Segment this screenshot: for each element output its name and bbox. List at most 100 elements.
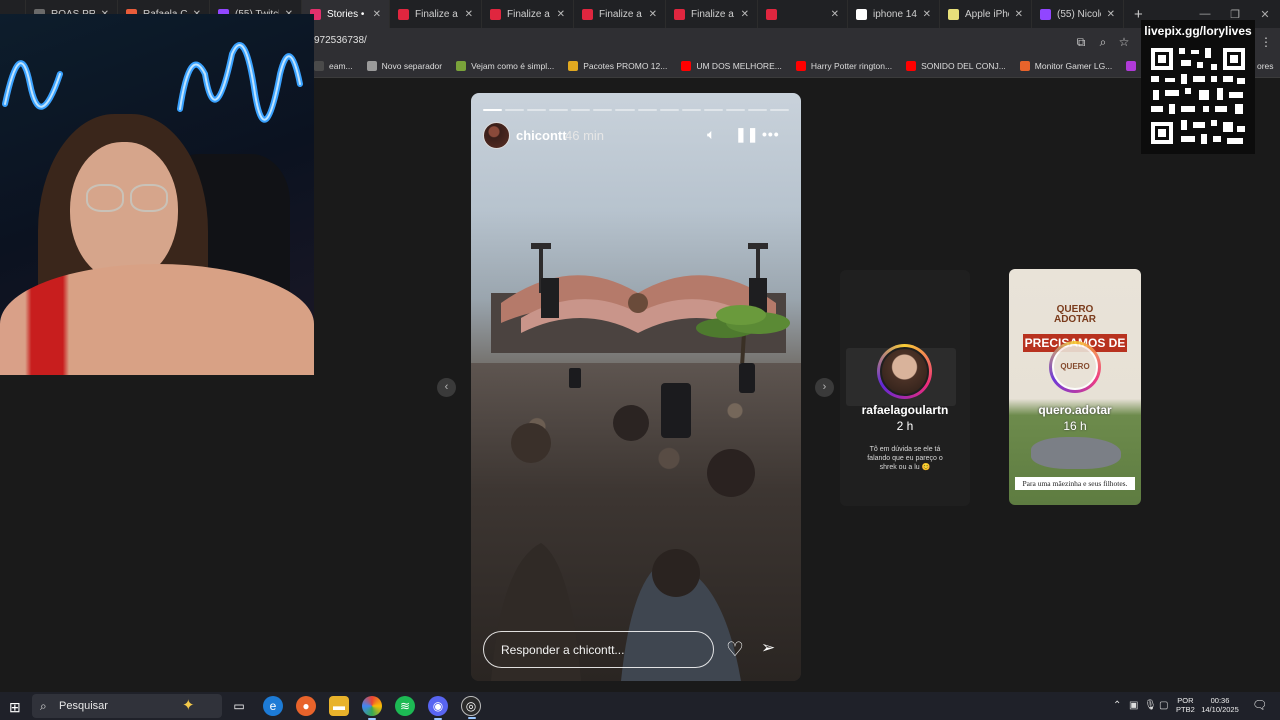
- bookmark-item[interactable]: eam...: [314, 61, 353, 71]
- edge-icon[interactable]: e: [263, 696, 283, 716]
- tab-title: Finalize a su: [691, 8, 735, 20]
- story-username[interactable]: chicontt: [516, 128, 567, 143]
- close-tab-icon[interactable]: ✕: [1015, 9, 1023, 20]
- next-story-button[interactable]: ›: [815, 378, 834, 397]
- tab-10[interactable]: Apple iPhon ✕: [940, 0, 1032, 28]
- qr-label: livepix.gg/lorylives: [1144, 24, 1252, 38]
- tab-title: Finalize a su: [415, 8, 459, 20]
- sparkle-icon: ✦: [182, 697, 195, 714]
- glasses-image: [130, 184, 168, 212]
- preview-caption: Para uma mãezinha e seus filhotes.: [1015, 477, 1135, 490]
- bookmark-label: Harry Potter rington...: [810, 61, 893, 71]
- volume-icon[interactable]: 🔈︎: [707, 126, 715, 143]
- story-progress: [483, 109, 790, 111]
- tab-8[interactable]: ✕: [758, 0, 848, 28]
- bookmark-star-icon[interactable]: ☆: [1116, 34, 1132, 50]
- menu-icon[interactable]: ⋮: [1258, 34, 1274, 50]
- tab-6[interactable]: Finalize a su ✕: [574, 0, 666, 28]
- avatar: QUERO: [1049, 341, 1101, 393]
- cat-image: [1031, 437, 1121, 469]
- bookmark-icon: [314, 61, 324, 71]
- url-text[interactable]: 972536738/: [314, 35, 367, 46]
- preview-username: quero.adotar: [1038, 403, 1112, 417]
- zoom-icon[interactable]: ⌕: [1095, 34, 1111, 50]
- story-preview-rafaela[interactable]: rafaelagoulartn 2 h Tô em dúvida se ele …: [840, 270, 970, 506]
- story-viewer[interactable]: chicontt 46 min 🔈︎ ❚❚ ••• Responder a ch…: [471, 93, 801, 681]
- webcam-overlay: [0, 14, 314, 375]
- bookmark-icon: [681, 61, 692, 71]
- tab-favicon-icon: [948, 8, 959, 20]
- quero-logo: QUERO ADOTAR: [1053, 304, 1097, 325]
- bookmark-item[interactable]: Vejam como é simpl...: [456, 61, 554, 71]
- file-explorer-icon[interactable]: ▬: [329, 696, 349, 716]
- search-placeholder: Pesquisar: [59, 700, 108, 712]
- install-app-icon[interactable]: ⧉: [1073, 34, 1089, 50]
- task-view-icon[interactable]: ▭: [229, 696, 249, 716]
- chrome-icon[interactable]: [362, 696, 382, 720]
- close-tab-icon[interactable]: ✕: [1107, 9, 1115, 20]
- tab-favicon-icon: [1040, 8, 1051, 20]
- tab-3[interactable]: Stories • ✕: [302, 0, 390, 28]
- close-tab-icon[interactable]: ✕: [741, 9, 749, 20]
- bookmark-label: eam...: [329, 61, 353, 71]
- tab-4[interactable]: Finalize a su ✕: [390, 0, 482, 28]
- close-tab-icon[interactable]: ✕: [831, 9, 839, 20]
- previous-story-button[interactable]: ‹: [437, 378, 456, 397]
- bookmark-item[interactable]: SONIDO DEL CONJ...: [906, 61, 1006, 71]
- spotify-icon[interactable]: ≋: [395, 696, 415, 716]
- bookmark-icon: [568, 61, 579, 71]
- tab-5[interactable]: Finalize a su ✕: [482, 0, 574, 28]
- close-tab-icon[interactable]: ✕: [557, 9, 565, 20]
- clock[interactable]: 00:36 14/10/2025: [1199, 696, 1241, 714]
- windows-start-icon[interactable]: ⊞: [9, 699, 21, 716]
- bookmark-icon: [795, 61, 806, 71]
- network-icon[interactable]: ▢: [1159, 700, 1168, 711]
- tray-overflow-icon[interactable]: ⌃: [1113, 700, 1121, 711]
- tab-favicon-icon: [856, 8, 867, 20]
- face-image: [70, 142, 178, 282]
- preview-timestamp: 2 h: [896, 419, 914, 433]
- bookmark-icon: [906, 61, 917, 71]
- notifications-icon[interactable]: 🗨︎: [1252, 698, 1267, 712]
- bookmark-icon: [1126, 61, 1137, 71]
- preview-caption: Tô em dúvida se ele tá falando que eu pa…: [867, 446, 943, 471]
- close-tab-icon[interactable]: ✕: [649, 9, 657, 20]
- bookmark-icon: [1019, 61, 1030, 71]
- send-icon[interactable]: ➢: [761, 638, 775, 658]
- close-tab-icon[interactable]: ✕: [923, 9, 931, 20]
- close-tab-icon[interactable]: ✕: [465, 9, 473, 20]
- language-indicator[interactable]: POR PTB2: [1176, 696, 1195, 714]
- tab-title: iphone 14 p: [873, 8, 917, 20]
- tray-app-icon[interactable]: ▣: [1129, 700, 1138, 711]
- close-tab-icon[interactable]: ✕: [373, 9, 381, 20]
- bookmark-icon: [456, 61, 467, 71]
- bookmark-item[interactable]: Pacotes PROMO 12...: [568, 61, 667, 71]
- discord-icon[interactable]: ◉: [428, 696, 448, 720]
- avatar[interactable]: [483, 122, 510, 149]
- tab-7[interactable]: Finalize a su ✕: [666, 0, 758, 28]
- obs-icon[interactable]: ◎: [461, 696, 481, 719]
- story-preview-quero[interactable]: QUEROADOTAR PRECISAMOS DE QUERO quero.ad…: [1009, 269, 1141, 505]
- more-options-icon[interactable]: •••: [762, 126, 780, 142]
- tab-11[interactable]: (55) NicoleD ✕: [1032, 0, 1124, 28]
- tab-favicon-icon: [398, 8, 409, 20]
- pause-icon[interactable]: ❚❚: [735, 126, 758, 143]
- taskbar-search[interactable]: ⌕ Pesquisar ✦: [32, 694, 222, 718]
- bookmark-label: Monitor Gamer LG...: [1034, 61, 1113, 71]
- bookmark-item[interactable]: Harry Potter rington...: [795, 61, 893, 71]
- bookmarks-overflow[interactable]: ores: [1257, 61, 1274, 71]
- firefox-icon[interactable]: ●: [296, 696, 316, 716]
- tab-9[interactable]: iphone 14 p ✕: [848, 0, 940, 28]
- heart-icon[interactable]: ♡: [726, 637, 744, 662]
- bookmark-label: SONIDO DEL CONJ...: [921, 61, 1006, 71]
- avatar: [877, 344, 932, 399]
- reply-input[interactable]: Responder a chicontt...: [483, 631, 714, 668]
- bookmark-item[interactable]: Novo separador: [366, 61, 442, 71]
- body-image: [0, 264, 314, 375]
- microphone-icon[interactable]: 🎙︎: [1144, 700, 1157, 711]
- search-icon: ⌕: [40, 699, 47, 713]
- bookmark-item[interactable]: Monitor Gamer LG...: [1019, 61, 1113, 71]
- bookmark-item[interactable]: UM DOS MELHORE...: [681, 61, 782, 71]
- glasses-image: [86, 184, 124, 212]
- qr-overlay: livepix.gg/lorylives: [1141, 20, 1255, 154]
